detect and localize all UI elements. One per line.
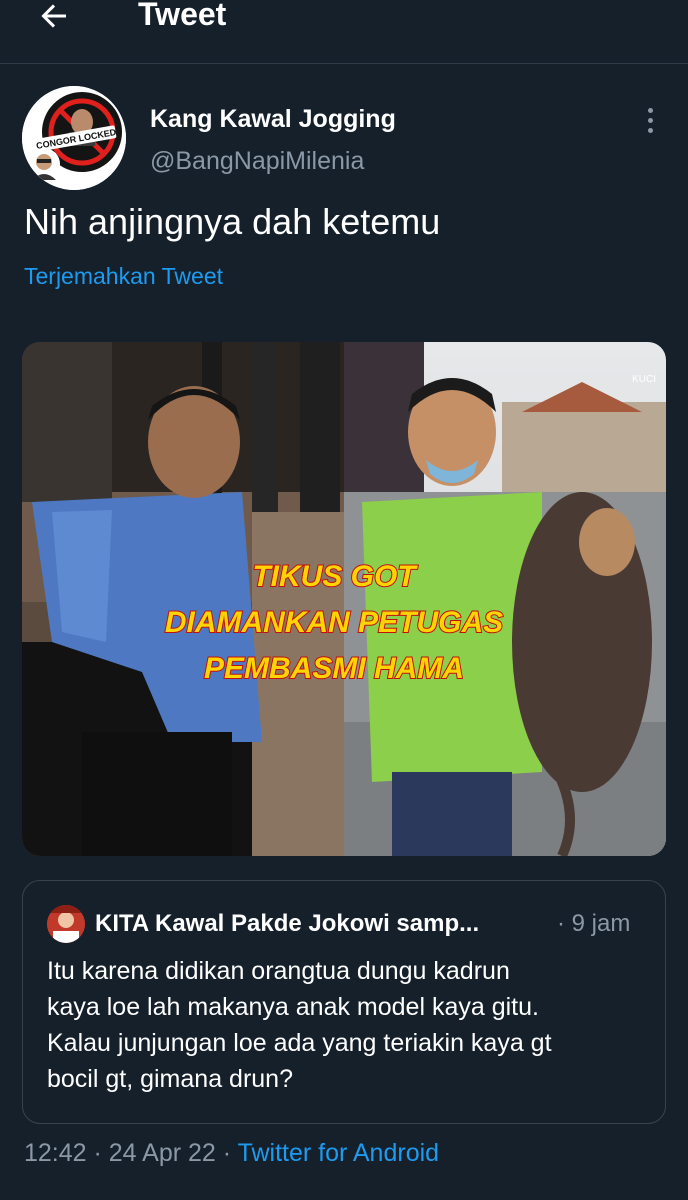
back-arrow-icon bbox=[41, 4, 66, 28]
back-button[interactable] bbox=[30, 0, 78, 40]
image-caption-line-2: DIAMANKAN PETUGAS bbox=[165, 606, 503, 639]
page-title: Tweet bbox=[138, 0, 227, 32]
more-vertical-icon bbox=[647, 117, 653, 123]
quoted-tweet[interactable]: KITA Kawal Pakde Jokowi samp... · 9 jam … bbox=[22, 880, 666, 1124]
quote-timestamp: · 9 jam bbox=[557, 910, 631, 937]
image-caption-line-1: TIKUS GOT bbox=[252, 560, 418, 593]
tweet-media-image[interactable]: KUCI TIKUS GOT DIAMANKAN PETUGAS PEMBASM… bbox=[22, 342, 666, 856]
tweet-time: 12:42 bbox=[24, 1139, 87, 1167]
tweet-text: Nih anjingnya dah ketemu bbox=[24, 201, 441, 242]
tweet-date: 24 Apr 22 bbox=[108, 1139, 216, 1167]
author-display-name[interactable]: Kang Kawal Jogging bbox=[150, 102, 396, 136]
meme-image: KUCI TIKUS GOT DIAMANKAN PETUGAS PEMBASM… bbox=[22, 342, 666, 856]
more-vertical-icon bbox=[647, 107, 653, 113]
author-handle[interactable]: @BangNapiMilenia bbox=[150, 144, 364, 178]
top-bar: Tweet bbox=[0, 0, 688, 64]
tweet-source-link[interactable]: Twitter for Android bbox=[238, 1139, 439, 1167]
more-vertical-icon bbox=[647, 127, 653, 133]
quote-avatar[interactable] bbox=[47, 905, 85, 943]
tweet-meta: 12:42 · 24 Apr 22 · Twitter for Android bbox=[24, 1136, 439, 1170]
quote-author-name: KITA Kawal Pakde Jokowi samp... bbox=[95, 910, 480, 937]
meta-separator: · bbox=[215, 1139, 238, 1167]
quote-text: Itu karena didikan orangtua dungu kadrun… bbox=[47, 957, 552, 1093]
quote-avatar-image bbox=[47, 905, 85, 943]
avatar-image: CONGOR LOCKED bbox=[22, 86, 126, 190]
image-watermark: KUCI bbox=[632, 374, 656, 385]
meta-separator: · bbox=[86, 1139, 109, 1167]
image-caption-line-3: PEMBASMI HAMA bbox=[204, 652, 464, 685]
translate-tweet-link[interactable]: Terjemahkan Tweet bbox=[24, 260, 223, 292]
more-options-button[interactable] bbox=[632, 100, 668, 140]
avatar[interactable]: CONGOR LOCKED bbox=[22, 86, 126, 190]
